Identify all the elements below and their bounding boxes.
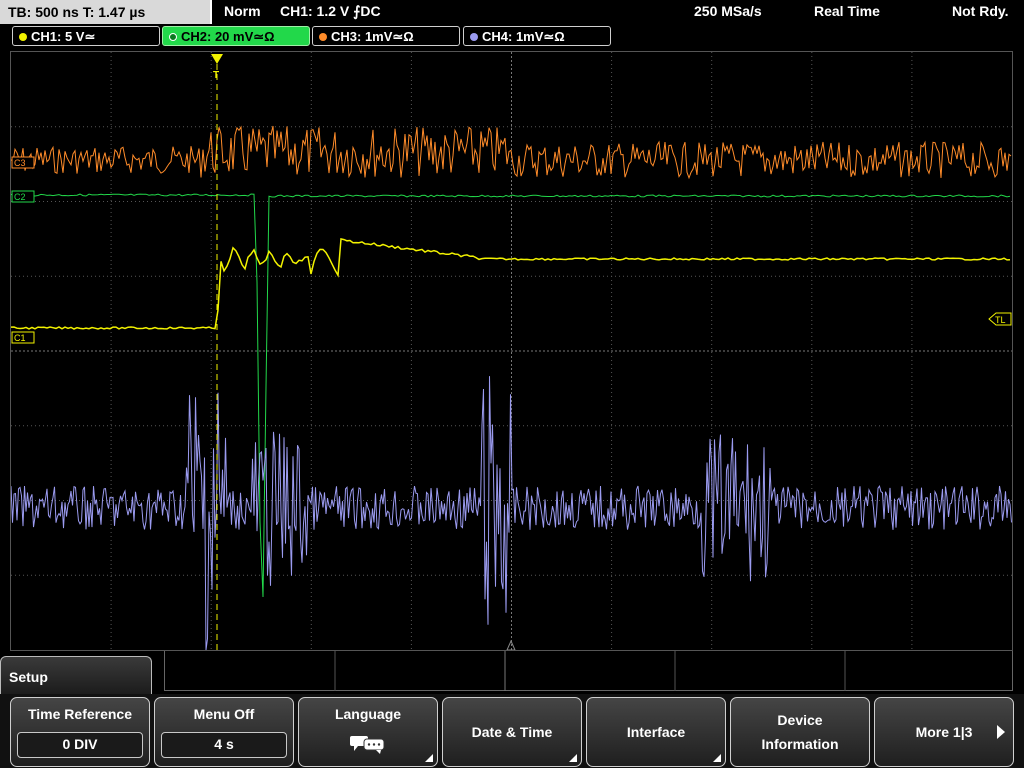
menu-off-softkey[interactable]: Menu Off 4 s (154, 697, 294, 767)
time-reference-value[interactable]: 0 DIV (17, 732, 143, 758)
c2-offset-marker[interactable]: C2 (11, 190, 35, 203)
sample-rate: 250 MSa/s (694, 3, 762, 19)
trigger-point-label: T (213, 70, 219, 81)
waveform-canvas[interactable]: T C3 C2 C1 TL (11, 52, 1012, 650)
channel-tab-ch2[interactable]: CH2: 20 mV≃Ω (162, 26, 310, 46)
trigger-level-label: TL (995, 315, 1006, 325)
more-softkey[interactable]: More 1|3 (874, 697, 1014, 767)
device-information-softkey[interactable]: Device Information (730, 697, 870, 767)
c1-marker-label: C1 (14, 333, 26, 343)
submenu-indicator-icon (713, 754, 721, 762)
ch1-tab-label: CH1: 5 V≃ (31, 29, 96, 44)
time-reference-softkey[interactable]: Time Reference 0 DIV (10, 697, 150, 767)
ch4-tab-label: CH4: 1mV≃Ω (482, 29, 565, 44)
ch2-tab-label: CH2: 20 mV≃Ω (181, 29, 275, 44)
trigger-info[interactable]: CH1: 1.2 V ⨍DC (280, 3, 381, 20)
date-time-label: Date & Time (471, 724, 553, 740)
ch3-tab-label: CH3: 1mV≃Ω (331, 29, 414, 44)
chevron-right-icon (997, 725, 1005, 739)
submenu-indicator-icon (425, 754, 433, 762)
c3-marker-label: C3 (14, 158, 26, 168)
channel-tab-ch3[interactable]: CH3: 1mV≃Ω (312, 26, 460, 46)
trigger-mode[interactable]: Norm (224, 3, 261, 19)
more-label: More 1|3 (915, 724, 973, 740)
ch3-color-dot (319, 32, 327, 41)
c1-offset-marker[interactable]: C1 (11, 331, 35, 344)
menu-title-tab: Setup (0, 656, 152, 694)
menu-off-label: Menu Off (193, 706, 255, 722)
trigger-level-marker[interactable]: TL (988, 312, 1012, 326)
acquisition-mode[interactable]: Real Time (814, 3, 880, 19)
status-bar: TB: 500 ns T: 1.47 µs Norm CH1: 1.2 V ⨍D… (0, 0, 1024, 24)
language-softkey[interactable]: Language (298, 697, 438, 767)
c3-offset-marker[interactable]: C3 (11, 156, 35, 169)
menu-title: Setup (9, 669, 48, 685)
ch1-waveform (11, 237, 1011, 330)
xy-aux-strip (164, 651, 1013, 691)
run-state: Not Rdy. (952, 3, 1009, 19)
channel-tab-ch1[interactable]: CH1: 5 V≃ (12, 26, 160, 46)
graticule (11, 52, 1012, 650)
device-information-label: Device Information (761, 712, 839, 752)
speech-bubble-icon (350, 736, 385, 754)
time-reference-label: Time Reference (27, 706, 132, 722)
ch4-color-dot (470, 32, 478, 41)
aux-strip-grid (334, 651, 846, 691)
channel-tab-ch4[interactable]: CH4: 1mV≃Ω (463, 26, 611, 46)
channel-tabs: CH1: 5 V≃ CH2: 20 mV≃Ω CH3: 1mV≃Ω CH4: 1… (0, 26, 1024, 48)
softkey-bar: Time Reference 0 DIV Menu Off 4 s Langua… (0, 694, 1024, 768)
waveform-display[interactable]: T C3 C2 C1 TL (10, 51, 1013, 651)
ch1-color-dot (19, 32, 27, 41)
c2-marker-label: C2 (14, 192, 26, 202)
date-time-softkey[interactable]: Date & Time (442, 697, 582, 767)
interface-softkey[interactable]: Interface (586, 697, 726, 767)
menu-off-value[interactable]: 4 s (161, 732, 287, 758)
interface-label: Interface (626, 724, 686, 740)
ch2-color-dot (169, 32, 177, 41)
language-label: Language (334, 706, 402, 722)
submenu-indicator-icon (569, 754, 577, 762)
timebase-readout[interactable]: TB: 500 ns T: 1.47 µs (0, 0, 212, 24)
